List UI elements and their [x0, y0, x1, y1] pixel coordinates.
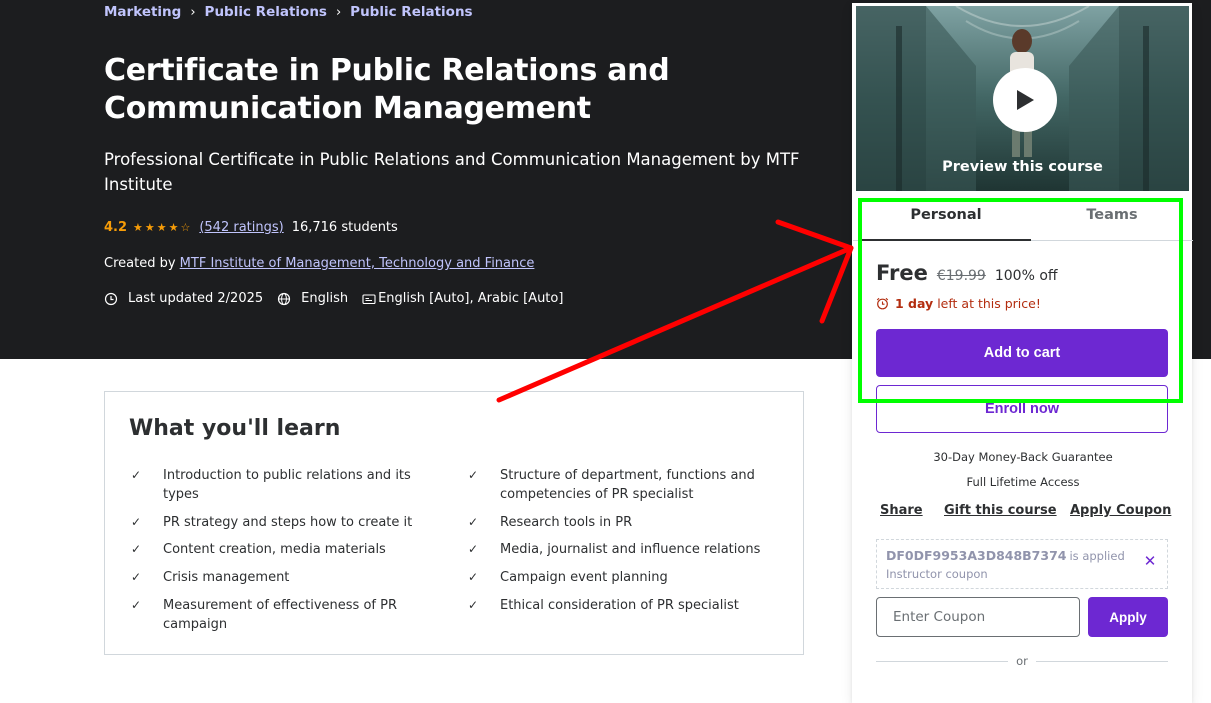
check-icon: ✓ — [131, 515, 142, 529]
check-icon: ✓ — [131, 598, 142, 612]
check-icon: ✓ — [468, 570, 479, 584]
coupon-code: DF0DF9953A3D848B7374 — [886, 548, 1067, 563]
list-item: ✓ Ethical consideration of PR specialist — [468, 596, 788, 615]
rating-value: 4.2 — [104, 220, 128, 235]
purchase-sidebar: Preview this course Personal Teams Free … — [852, 3, 1193, 703]
course-meta-row: Last updated 2/2025 English English [Aut… — [104, 291, 563, 306]
course-captions: English [Auto], Arabic [Auto] — [378, 291, 564, 306]
list-item: ✓ Campaign event planning — [468, 568, 788, 587]
play-button[interactable] — [993, 68, 1057, 132]
current-price: Free — [876, 261, 928, 285]
chevron-right-icon: › — [190, 4, 196, 20]
learn-item-text: Structure of department, functions and c… — [500, 468, 755, 502]
enroll-now-button[interactable]: Enroll now — [876, 385, 1168, 433]
check-icon: ✓ — [131, 542, 142, 556]
instructor-link[interactable]: MTF Institute of Management, Technology … — [180, 256, 535, 271]
lifetime-access: Full Lifetime Access — [966, 475, 1080, 489]
add-to-cart-button[interactable]: Add to cart — [876, 329, 1168, 377]
learn-item-text: Content creation, media materials — [163, 542, 386, 557]
last-updated: Last updated 2/2025 — [128, 291, 264, 306]
learn-item-text: Crisis management — [163, 570, 290, 585]
check-icon: ✓ — [131, 468, 142, 482]
learn-item-text: Campaign event planning — [500, 570, 668, 585]
breadcrumb: Marketing › Public Relations › Public Re… — [104, 4, 473, 20]
learn-item-text: Media, journalist and influence relation… — [500, 542, 761, 557]
money-back-guarantee: 30-Day Money-Back Guarantee — [933, 450, 1113, 464]
share-button[interactable]: Share — [880, 503, 923, 518]
or-divider: or — [876, 654, 1168, 668]
price-urgency: 1 day left at this price! — [876, 296, 1041, 311]
created-by-label: Created by — [104, 256, 176, 271]
alert-clock-icon — [104, 292, 118, 306]
gift-course-button[interactable]: Gift this course — [944, 503, 1057, 518]
star-rating-icon: ★★★★☆ — [133, 221, 193, 234]
remove-coupon-close-icon[interactable]: ✕ — [1143, 554, 1157, 569]
breadcrumb-item-marketing[interactable]: Marketing — [104, 4, 181, 20]
check-icon: ✓ — [131, 570, 142, 584]
list-item: ✓ PR strategy and steps how to create it — [131, 513, 446, 532]
course-subtitle: Professional Certificate in Public Relat… — [104, 150, 800, 194]
creator-row: Created by MTF Institute of Management, … — [104, 256, 534, 271]
tab-teams[interactable]: Teams — [1027, 201, 1197, 241]
learn-item-text: Introduction to public relations and its… — [163, 468, 411, 502]
pricing-tabs: Personal Teams — [853, 201, 1193, 241]
apply-coupon-link[interactable]: Apply Coupon — [1070, 503, 1171, 518]
alarm-clock-icon — [876, 297, 889, 310]
course-language: English — [301, 291, 349, 306]
discount-percent: 100% off — [994, 268, 1058, 284]
breadcrumb-item-public-relations[interactable]: Public Relations — [205, 4, 327, 20]
learn-item-text: Ethical consideration of PR specialist — [500, 598, 739, 613]
urgency-text: left at this price! — [937, 296, 1041, 311]
check-icon: ✓ — [468, 542, 479, 556]
list-item: ✓ Structure of department, functions and… — [468, 466, 768, 504]
learn-title: What you'll learn — [129, 416, 341, 441]
rating-row: 4.2 ★★★★☆ (542 ratings) 16,716 students — [104, 220, 398, 235]
coupon-applied-text: is applied — [1069, 549, 1125, 563]
check-icon: ✓ — [468, 515, 479, 529]
coupon-code-line: DF0DF9953A3D848B7374 is applied — [886, 548, 1125, 563]
captions-icon — [362, 292, 376, 306]
price-row: Free €19.99 100% off — [876, 261, 1058, 285]
original-price: €19.99 — [936, 268, 986, 284]
apply-coupon-button[interactable]: Apply — [1088, 597, 1168, 637]
students-count: 16,716 students — [291, 220, 398, 235]
coupon-input[interactable] — [876, 597, 1080, 637]
play-icon — [1017, 90, 1034, 110]
divider-line — [1036, 661, 1168, 662]
tab-personal[interactable]: Personal — [861, 201, 1031, 241]
list-item: ✓ Crisis management — [131, 568, 446, 587]
coupon-type: Instructor coupon — [886, 567, 988, 581]
check-icon: ✓ — [468, 468, 479, 482]
what-youll-learn-box: What you'll learn ✓ Introduction to publ… — [104, 391, 804, 655]
applied-coupon-box: DF0DF9953A3D848B7374 is applied Instructo… — [876, 539, 1168, 589]
learn-item-text: Measurement of effectiveness of PR campa… — [163, 598, 397, 632]
globe-icon — [277, 292, 291, 306]
check-icon: ✓ — [468, 598, 479, 612]
breadcrumb-item-public-relations-topic[interactable]: Public Relations — [350, 4, 472, 20]
learn-item-text: PR strategy and steps how to create it — [163, 515, 413, 530]
list-item: ✓ Content creation, media materials — [131, 540, 446, 559]
preview-course-label: Preview this course — [942, 159, 1103, 175]
course-preview-video[interactable]: Preview this course — [856, 6, 1189, 191]
list-item: ✓ Introduction to public relations and i… — [131, 466, 446, 504]
course-title: Certificate in Public Relations and Comm… — [104, 53, 670, 126]
list-item: ✓ Research tools in PR — [468, 513, 788, 532]
list-item: ✓ Measurement of effectiveness of PR cam… — [131, 596, 421, 634]
urgency-days: 1 day — [895, 296, 934, 311]
learn-item-text: Research tools in PR — [500, 515, 633, 530]
list-item: ✓ Media, journalist and influence relati… — [468, 540, 788, 559]
chevron-right-icon: › — [335, 4, 342, 20]
ratings-count-link[interactable]: (542 ratings) — [199, 220, 283, 235]
